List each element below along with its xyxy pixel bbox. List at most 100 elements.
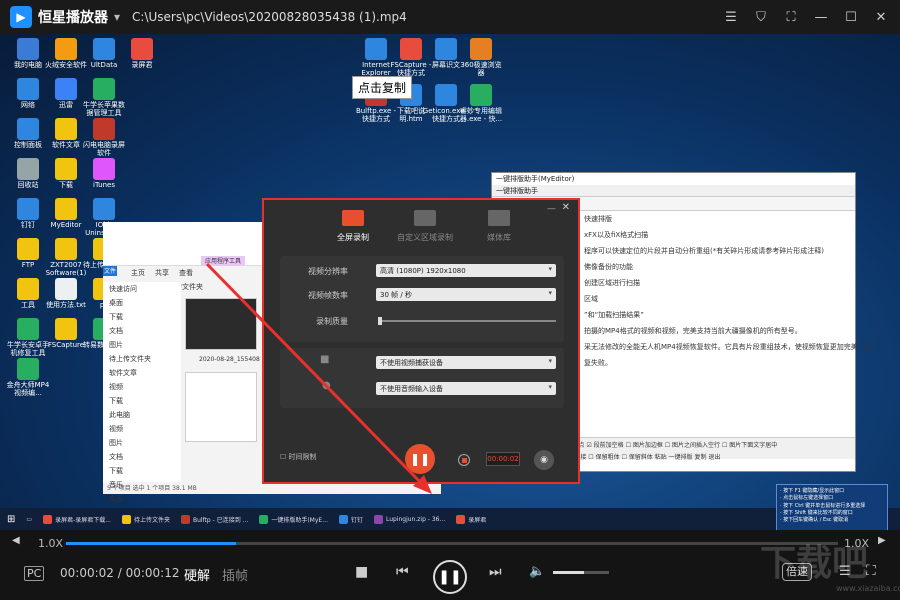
volume-icon[interactable]: 🔈 xyxy=(529,564,545,579)
slider-handle[interactable] xyxy=(378,317,382,325)
video-thumbnail[interactable] xyxy=(185,372,257,442)
timed-record-checkbox[interactable]: ☐ 时间限制 xyxy=(280,452,317,462)
tab-media-library[interactable]: 媒体库 xyxy=(464,210,534,243)
shirt-skin-icon[interactable]: ⛉ xyxy=(748,4,774,30)
app-name: 恒星播放器 xyxy=(38,10,108,26)
sidebar-item[interactable]: 文档 xyxy=(103,450,181,464)
tab-share[interactable]: 共享 xyxy=(155,268,169,278)
desktop-icon[interactable]: iTunes xyxy=(80,158,128,190)
minimize-icon[interactable]: — xyxy=(808,4,834,30)
maximize-icon[interactable]: ☐ xyxy=(838,4,864,30)
app-icon xyxy=(470,84,492,106)
taskbar-app-icon xyxy=(121,514,131,524)
taskbar-item[interactable]: 待上传文件夹 xyxy=(118,510,174,528)
app-icon xyxy=(365,38,387,60)
sidebar-item[interactable]: 软件文章 xyxy=(103,366,181,380)
taskbar-item[interactable]: 录屏君-录屏君下载... xyxy=(39,510,115,528)
seek-bar-fill xyxy=(66,542,236,545)
quality-slider[interactable] xyxy=(378,317,556,325)
editor-text-line: 程序可以快速定位的片段并自动分析重组(*有关碎片形成请参考碎片形成注释) xyxy=(584,247,824,255)
tab-fullscreen-record[interactable]: 全屏录制 xyxy=(318,210,388,243)
editor-title: 一键排版助手(MyEditor) xyxy=(492,173,855,185)
sidebar-item[interactable]: 快速访问 xyxy=(103,282,181,296)
next-icon[interactable]: ⏭ xyxy=(489,564,502,580)
microphone-icon: ● xyxy=(322,380,331,391)
app-icon xyxy=(93,118,115,140)
volume-slider[interactable] xyxy=(553,571,609,574)
checkbox-label: 时间限制 xyxy=(288,453,317,461)
audio-device-select[interactable]: 不使用音频输入设备 xyxy=(376,382,556,395)
sidebar-item[interactable]: 此电脑 xyxy=(103,408,181,422)
speed-left: 1.0X xyxy=(38,537,64,550)
play-pause-button[interactable]: ❚❚ xyxy=(433,560,467,594)
video-device-select[interactable]: 不使用视频捕获设备 xyxy=(376,356,556,369)
sidebar-item[interactable]: 桌面 xyxy=(103,492,181,506)
camera-screenshot-icon[interactable]: ◉ xyxy=(534,450,554,470)
editor-text-line: xFX以及fiX格式扫描 xyxy=(584,231,649,239)
frame-interpolation-toggle[interactable]: 插帧 xyxy=(222,565,248,584)
app-icon xyxy=(470,38,492,60)
taskbar-item[interactable]: 钉钉 xyxy=(335,510,367,528)
pause-record-button[interactable]: ❚❚ xyxy=(405,444,435,474)
editor-text-line: 区域 xyxy=(584,295,598,303)
next-speed-icon[interactable]: ▶ xyxy=(878,535,886,546)
sidebar-item[interactable]: 图片 xyxy=(103,436,181,450)
sidebar-item[interactable]: 图片 xyxy=(103,338,181,352)
app-menu-chevron-icon[interactable]: ▾ xyxy=(114,10,120,24)
taskbar-item[interactable]: 一键排版助手(MyE... xyxy=(255,510,332,528)
taskbar-item[interactable]: Bulftp - 已连接到 ... xyxy=(177,510,252,528)
previous-icon[interactable]: ⏮ xyxy=(396,564,409,580)
desktop-icon[interactable]: 睿妙专用编辑器.exe - 快... xyxy=(457,84,505,123)
notice-line: · 点击鼠标左键选择窗口 xyxy=(780,495,834,502)
taskbar-item-label: 钉钉 xyxy=(350,516,363,524)
menu-icon[interactable]: ☰ xyxy=(718,4,744,30)
taskbar-app-icon xyxy=(456,514,466,524)
desktop-icon[interactable]: 金舟大师MP4视频编... xyxy=(4,358,52,397)
desktop-icon-label: 360极速浏览器 xyxy=(460,61,502,77)
taskbar-app-icon xyxy=(338,514,348,524)
pc-screen-icon[interactable]: PC xyxy=(24,566,45,581)
tab-view[interactable]: 查看 xyxy=(179,268,193,278)
sidebar-item[interactable]: 视频 xyxy=(103,422,181,436)
app-icon xyxy=(55,278,77,300)
prev-speed-icon[interactable]: ◀ xyxy=(12,535,20,546)
taskbar-item-label: Bulftp - 已连接到 ... xyxy=(192,516,249,524)
tab-file[interactable]: 文件 xyxy=(103,266,117,276)
close-icon[interactable]: ✕ xyxy=(868,4,894,30)
desktop-icon[interactable]: 360极速浏览器 xyxy=(457,38,505,77)
app-icon xyxy=(55,78,77,100)
sidebar-item[interactable]: 视频 xyxy=(103,380,181,394)
video-frame[interactable]: 我的电脑 火绒安全软件 UltData 录屏君 网络 迅雷 牛学长苹果数据管理工具 控制面板软… xyxy=(0,34,900,530)
tab-custom-region-record[interactable]: 自定义区域录制 xyxy=(390,210,460,243)
seek-bar[interactable] xyxy=(66,542,838,545)
sidebar-item[interactable]: 下载 xyxy=(103,394,181,408)
taskbar-item[interactable]: 录屏君 xyxy=(452,510,490,528)
editor-menu[interactable]: 一键排版助手 xyxy=(492,185,855,197)
app-icon xyxy=(17,278,39,300)
sidebar-item[interactable]: 下载 xyxy=(103,464,181,478)
explorer-sidebar: 快速访问 桌面 下载 文档 图片 待上传文件夹 软件文章 视频 下载 此电脑 视频 图片 文档 下载 音乐桌… xyxy=(103,282,181,503)
stop-record-button[interactable] xyxy=(458,454,470,466)
desktop-icon-label: 睿妙专用编辑器.exe - 快... xyxy=(459,107,503,123)
video-thumbnail[interactable] xyxy=(185,298,257,350)
framerate-select[interactable]: 30 帧 / 秒 xyxy=(376,288,556,301)
mini-mode-icon[interactable]: ⛶ xyxy=(778,4,804,30)
region-monitor-icon xyxy=(414,210,436,226)
stop-icon[interactable]: ■ xyxy=(355,564,368,580)
context-tab[interactable]: 应用程序工具 xyxy=(201,256,245,266)
resolution-select[interactable]: 高清 (1080P) 1920x1080 xyxy=(376,264,556,277)
sidebar-item[interactable]: 待上传文件夹 xyxy=(103,352,181,366)
taskbar-item-label: 一键排版助手(MyE... xyxy=(271,516,328,524)
desktop-icon[interactable]: 录屏君 xyxy=(118,38,166,70)
sidebar-item[interactable]: 文档 xyxy=(103,324,181,338)
desktop-icon[interactable]: 闪电电脑录屏软件 xyxy=(80,118,128,157)
taskbar-item[interactable]: Lupingjun.zip - 36... xyxy=(370,510,449,528)
hardware-decode-toggle[interactable]: 硬解 xyxy=(184,565,210,584)
desktop-icon[interactable]: 牛学长苹果数据管理工具 xyxy=(80,78,128,117)
sidebar-item[interactable]: 桌面 xyxy=(103,296,181,310)
sidebar-item[interactable]: 下载 xyxy=(103,310,181,324)
editor-text-line: 采无法修改的全能无人机MP4视频恢复软件。它具有片段重组技术，使视频恢复更加完美… xyxy=(584,343,872,351)
app-icon xyxy=(435,38,457,60)
tab-home[interactable]: 主页 xyxy=(131,268,145,278)
app-icon xyxy=(400,38,422,60)
